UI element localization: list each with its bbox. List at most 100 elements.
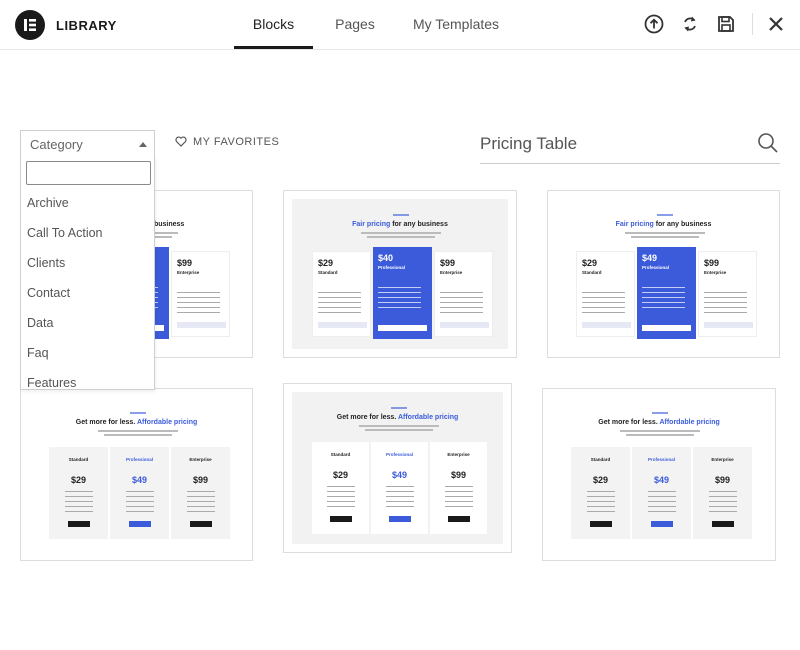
template-title: Get more for less. Affordable pricing (75, 419, 198, 426)
active-tab-indicator (234, 46, 313, 49)
plan-feature-line (647, 501, 676, 503)
plan-feature-line (582, 307, 625, 309)
plan-name: Professional (642, 265, 670, 270)
plan-feature-line (177, 312, 220, 314)
template-card[interactable]: Get more for less. Affordable pricing $29… (283, 383, 512, 553)
plan-feature-line (326, 501, 355, 503)
plan-name: Enterprise (189, 457, 212, 462)
plan-feature-line (586, 496, 615, 498)
plan-feature-line (318, 307, 361, 309)
plan-column: $49 Professional (632, 447, 691, 539)
plan-feature-line (586, 511, 615, 513)
plan-feature-line (642, 307, 685, 309)
template-title: Fair pricing for any business (615, 221, 712, 228)
plan-feature-line (64, 506, 93, 508)
plan-feature-line (647, 496, 676, 498)
plan-feature-line (647, 511, 676, 513)
template-subtitle-line (103, 434, 172, 436)
template-subtitle-line (97, 430, 178, 432)
plan-feature-line (177, 297, 220, 299)
plan-feature-line (444, 486, 473, 488)
plan-name: Enterprise (704, 270, 727, 275)
template-kicker (652, 412, 668, 414)
plan-feature-line (186, 491, 215, 493)
template-preview: Fair pricing for any business $29 Standard… (292, 199, 508, 349)
template-subtitle-line (367, 236, 435, 238)
plan-column: $49 Professional (110, 447, 169, 539)
plan-feature-line (177, 302, 220, 304)
category-search-input[interactable] (26, 161, 151, 185)
plan-feature-line (326, 506, 355, 508)
plan-feature-line (385, 486, 414, 488)
save-icon[interactable] (715, 13, 737, 35)
plan-price: $99 (714, 475, 731, 485)
plan-feature-line (708, 501, 737, 503)
category-select[interactable]: Category (20, 130, 155, 157)
template-title: Get more for less. Affordable pricing (336, 414, 459, 421)
plan-feature-line (125, 511, 154, 513)
tab-blocks[interactable]: Blocks (234, 16, 313, 32)
sync-icon[interactable] (679, 13, 701, 35)
template-card[interactable]: Fair pricing for any business $29 Standard… (547, 190, 780, 358)
chevron-up-icon (139, 142, 147, 147)
plan-column: $99 Enterprise (693, 447, 752, 539)
plan-feature-line (378, 292, 421, 294)
plan-feature-line (378, 307, 421, 309)
plan-feature-line (642, 297, 685, 299)
plan-feature-line (385, 491, 414, 493)
plan-feature-line (440, 292, 483, 294)
tab-my-templates[interactable]: My Templates (405, 16, 507, 32)
category-option-contact[interactable]: Contact (27, 286, 70, 300)
template-preview: Get more for less. Affordable pricing $29… (551, 397, 767, 552)
heart-icon (175, 136, 187, 147)
plan-feature-line (326, 496, 355, 498)
plan-feature-line (64, 491, 93, 493)
template-subtitle-line (361, 232, 441, 234)
plan-feature-line (378, 297, 421, 299)
plan-feature-line (326, 486, 355, 488)
search-input[interactable] (480, 130, 750, 158)
plan-feature-line (378, 287, 421, 289)
plan-button (589, 521, 612, 527)
category-option-features[interactable]: Features (27, 376, 76, 389)
plan-feature-line (704, 297, 747, 299)
my-favorites-label: MY FAVORITES (193, 136, 280, 148)
template-kicker (129, 412, 146, 414)
plan-feature-line (704, 312, 747, 314)
plan-price: $40 (378, 253, 394, 263)
template-card[interactable]: Get more for less. Affordable pricing $29… (20, 388, 253, 561)
close-icon[interactable] (765, 13, 787, 35)
search-icon[interactable] (756, 131, 780, 155)
plan-feature-line (444, 491, 473, 493)
template-subtitle-line (630, 236, 699, 238)
upload-icon[interactable] (643, 13, 665, 35)
plan-feature-line (186, 496, 215, 498)
category-option-clients[interactable]: Clients (27, 256, 65, 270)
plan-name: Enterprise (447, 452, 470, 457)
plan-column: $29 Standard (576, 251, 635, 337)
search-bar (480, 128, 780, 164)
plan-feature-line (582, 302, 625, 304)
plan-column: $99 Enterprise (171, 447, 230, 539)
plan-feature-line (704, 292, 747, 294)
category-option-call-to-action[interactable]: Call To Action (27, 226, 103, 240)
plan-button (177, 322, 226, 328)
tab-pages[interactable]: Pages (325, 16, 385, 32)
plan-column: $99 Enterprise (171, 251, 230, 337)
library-header: LIBRARY Blocks Pages My Templates (0, 0, 800, 50)
my-favorites-filter[interactable]: MY FAVORITES (175, 136, 279, 148)
plan-feature-line (125, 501, 154, 503)
plan-column: $29 Standard (312, 251, 371, 337)
plan-price: $49 (653, 475, 670, 485)
plan-feature-line (642, 292, 685, 294)
template-card[interactable]: Get more for less. Affordable pricing $29… (542, 388, 776, 561)
plan-column: $29 Standard (312, 442, 369, 534)
header-separator (752, 13, 753, 35)
plan-name: Professional (378, 265, 406, 270)
plan-feature-line (647, 506, 676, 508)
template-card[interactable]: Fair pricing for any business $29 Standard… (283, 190, 517, 358)
category-option-faq[interactable]: Faq (27, 346, 49, 360)
category-option-data[interactable]: Data (27, 316, 53, 330)
plan-feature-line (586, 506, 615, 508)
category-option-archive[interactable]: Archive (27, 196, 69, 210)
